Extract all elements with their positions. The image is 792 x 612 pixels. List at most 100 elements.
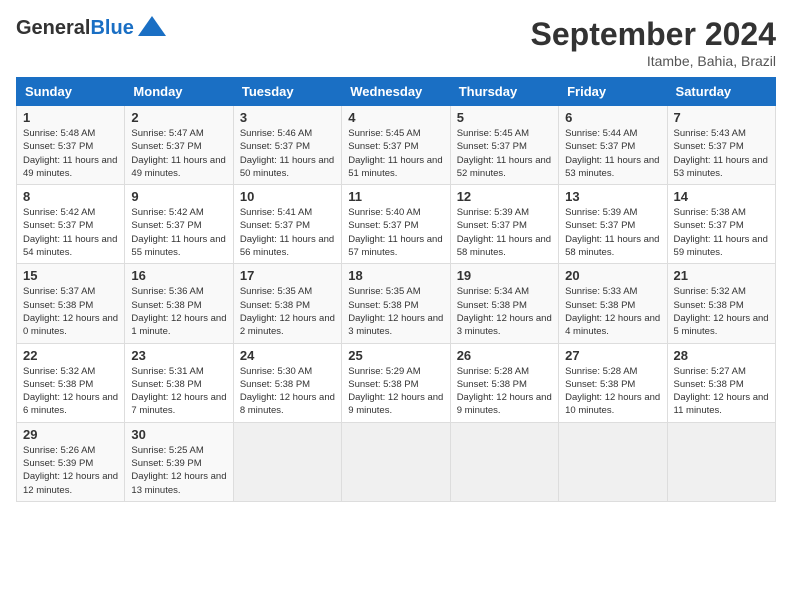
calendar-cell: 3 Sunrise: 5:46 AM Sunset: 5:37 PM Dayli… [233,106,341,185]
day-info: Sunrise: 5:37 AM Sunset: 5:38 PM Dayligh… [23,285,118,338]
day-info: Sunrise: 5:47 AM Sunset: 5:37 PM Dayligh… [131,127,226,180]
day-number: 9 [131,189,226,204]
day-number: 13 [565,189,660,204]
calendar-cell: 10 Sunrise: 5:41 AM Sunset: 5:37 PM Dayl… [233,185,341,264]
day-header-friday: Friday [559,78,667,106]
calendar-cell: 6 Sunrise: 5:44 AM Sunset: 5:37 PM Dayli… [559,106,667,185]
day-number: 15 [23,268,118,283]
calendar-cell: 15 Sunrise: 5:37 AM Sunset: 5:38 PM Dayl… [17,264,125,343]
calendar-cell: 7 Sunrise: 5:43 AM Sunset: 5:37 PM Dayli… [667,106,775,185]
day-number: 25 [348,348,443,363]
calendar-cell: 26 Sunrise: 5:28 AM Sunset: 5:38 PM Dayl… [450,343,558,422]
day-info: Sunrise: 5:27 AM Sunset: 5:38 PM Dayligh… [674,365,769,418]
calendar-cell: 11 Sunrise: 5:40 AM Sunset: 5:37 PM Dayl… [342,185,450,264]
day-info: Sunrise: 5:35 AM Sunset: 5:38 PM Dayligh… [240,285,335,338]
calendar-cell: 16 Sunrise: 5:36 AM Sunset: 5:38 PM Dayl… [125,264,233,343]
day-number: 11 [348,189,443,204]
calendar-cell: 14 Sunrise: 5:38 AM Sunset: 5:37 PM Dayl… [667,185,775,264]
day-number: 23 [131,348,226,363]
calendar-cell [667,422,775,501]
day-number: 3 [240,110,335,125]
day-number: 29 [23,427,118,442]
calendar-cell: 22 Sunrise: 5:32 AM Sunset: 5:38 PM Dayl… [17,343,125,422]
title-block: September 2024 Itambe, Bahia, Brazil [531,16,776,69]
day-number: 1 [23,110,118,125]
calendar-week-row: 8 Sunrise: 5:42 AM Sunset: 5:37 PM Dayli… [17,185,776,264]
calendar-cell: 13 Sunrise: 5:39 AM Sunset: 5:37 PM Dayl… [559,185,667,264]
calendar-cell [450,422,558,501]
day-number: 26 [457,348,552,363]
day-info: Sunrise: 5:42 AM Sunset: 5:37 PM Dayligh… [131,206,226,259]
logo-text: GeneralBlue [16,16,166,38]
day-number: 19 [457,268,552,283]
day-header-wednesday: Wednesday [342,78,450,106]
day-info: Sunrise: 5:44 AM Sunset: 5:37 PM Dayligh… [565,127,660,180]
day-info: Sunrise: 5:43 AM Sunset: 5:37 PM Dayligh… [674,127,769,180]
day-number: 10 [240,189,335,204]
day-header-monday: Monday [125,78,233,106]
day-info: Sunrise: 5:28 AM Sunset: 5:38 PM Dayligh… [457,365,552,418]
logo-general: General [16,17,90,39]
day-number: 24 [240,348,335,363]
day-info: Sunrise: 5:28 AM Sunset: 5:38 PM Dayligh… [565,365,660,418]
month-title: September 2024 [531,16,776,53]
day-number: 17 [240,268,335,283]
calendar-cell: 4 Sunrise: 5:45 AM Sunset: 5:37 PM Dayli… [342,106,450,185]
day-number: 2 [131,110,226,125]
calendar-cell [233,422,341,501]
logo-blue: Blue [90,17,133,39]
day-info: Sunrise: 5:39 AM Sunset: 5:37 PM Dayligh… [457,206,552,259]
calendar-cell: 23 Sunrise: 5:31 AM Sunset: 5:38 PM Dayl… [125,343,233,422]
calendar-cell [342,422,450,501]
day-number: 20 [565,268,660,283]
calendar-cell: 27 Sunrise: 5:28 AM Sunset: 5:38 PM Dayl… [559,343,667,422]
day-header-saturday: Saturday [667,78,775,106]
day-info: Sunrise: 5:31 AM Sunset: 5:38 PM Dayligh… [131,365,226,418]
day-info: Sunrise: 5:30 AM Sunset: 5:38 PM Dayligh… [240,365,335,418]
calendar-week-row: 22 Sunrise: 5:32 AM Sunset: 5:38 PM Dayl… [17,343,776,422]
day-info: Sunrise: 5:26 AM Sunset: 5:39 PM Dayligh… [23,444,118,497]
page-header: GeneralBlue September 2024 Itambe, Bahia… [16,16,776,69]
logo-icon [138,16,166,36]
calendar-cell: 5 Sunrise: 5:45 AM Sunset: 5:37 PM Dayli… [450,106,558,185]
calendar-cell: 20 Sunrise: 5:33 AM Sunset: 5:38 PM Dayl… [559,264,667,343]
day-info: Sunrise: 5:38 AM Sunset: 5:37 PM Dayligh… [674,206,769,259]
day-header-sunday: Sunday [17,78,125,106]
day-info: Sunrise: 5:32 AM Sunset: 5:38 PM Dayligh… [674,285,769,338]
day-info: Sunrise: 5:29 AM Sunset: 5:38 PM Dayligh… [348,365,443,418]
day-number: 5 [457,110,552,125]
calendar-week-row: 29 Sunrise: 5:26 AM Sunset: 5:39 PM Dayl… [17,422,776,501]
calendar-cell: 1 Sunrise: 5:48 AM Sunset: 5:37 PM Dayli… [17,106,125,185]
calendar-cell [559,422,667,501]
day-number: 30 [131,427,226,442]
calendar-cell: 19 Sunrise: 5:34 AM Sunset: 5:38 PM Dayl… [450,264,558,343]
calendar-cell: 18 Sunrise: 5:35 AM Sunset: 5:38 PM Dayl… [342,264,450,343]
day-number: 6 [565,110,660,125]
day-info: Sunrise: 5:34 AM Sunset: 5:38 PM Dayligh… [457,285,552,338]
calendar-cell: 2 Sunrise: 5:47 AM Sunset: 5:37 PM Dayli… [125,106,233,185]
day-info: Sunrise: 5:35 AM Sunset: 5:38 PM Dayligh… [348,285,443,338]
day-header-tuesday: Tuesday [233,78,341,106]
day-number: 4 [348,110,443,125]
day-info: Sunrise: 5:32 AM Sunset: 5:38 PM Dayligh… [23,365,118,418]
day-number: 7 [674,110,769,125]
day-number: 28 [674,348,769,363]
calendar-table: SundayMondayTuesdayWednesdayThursdayFrid… [16,77,776,502]
logo: GeneralBlue [16,16,166,38]
day-number: 27 [565,348,660,363]
day-info: Sunrise: 5:36 AM Sunset: 5:38 PM Dayligh… [131,285,226,338]
day-info: Sunrise: 5:40 AM Sunset: 5:37 PM Dayligh… [348,206,443,259]
day-info: Sunrise: 5:39 AM Sunset: 5:37 PM Dayligh… [565,206,660,259]
day-number: 22 [23,348,118,363]
day-number: 12 [457,189,552,204]
calendar-cell: 25 Sunrise: 5:29 AM Sunset: 5:38 PM Dayl… [342,343,450,422]
day-number: 14 [674,189,769,204]
day-header-thursday: Thursday [450,78,558,106]
day-info: Sunrise: 5:33 AM Sunset: 5:38 PM Dayligh… [565,285,660,338]
calendar-cell: 9 Sunrise: 5:42 AM Sunset: 5:37 PM Dayli… [125,185,233,264]
day-info: Sunrise: 5:25 AM Sunset: 5:39 PM Dayligh… [131,444,226,497]
day-number: 21 [674,268,769,283]
calendar-cell: 24 Sunrise: 5:30 AM Sunset: 5:38 PM Dayl… [233,343,341,422]
day-info: Sunrise: 5:46 AM Sunset: 5:37 PM Dayligh… [240,127,335,180]
calendar-cell: 30 Sunrise: 5:25 AM Sunset: 5:39 PM Dayl… [125,422,233,501]
